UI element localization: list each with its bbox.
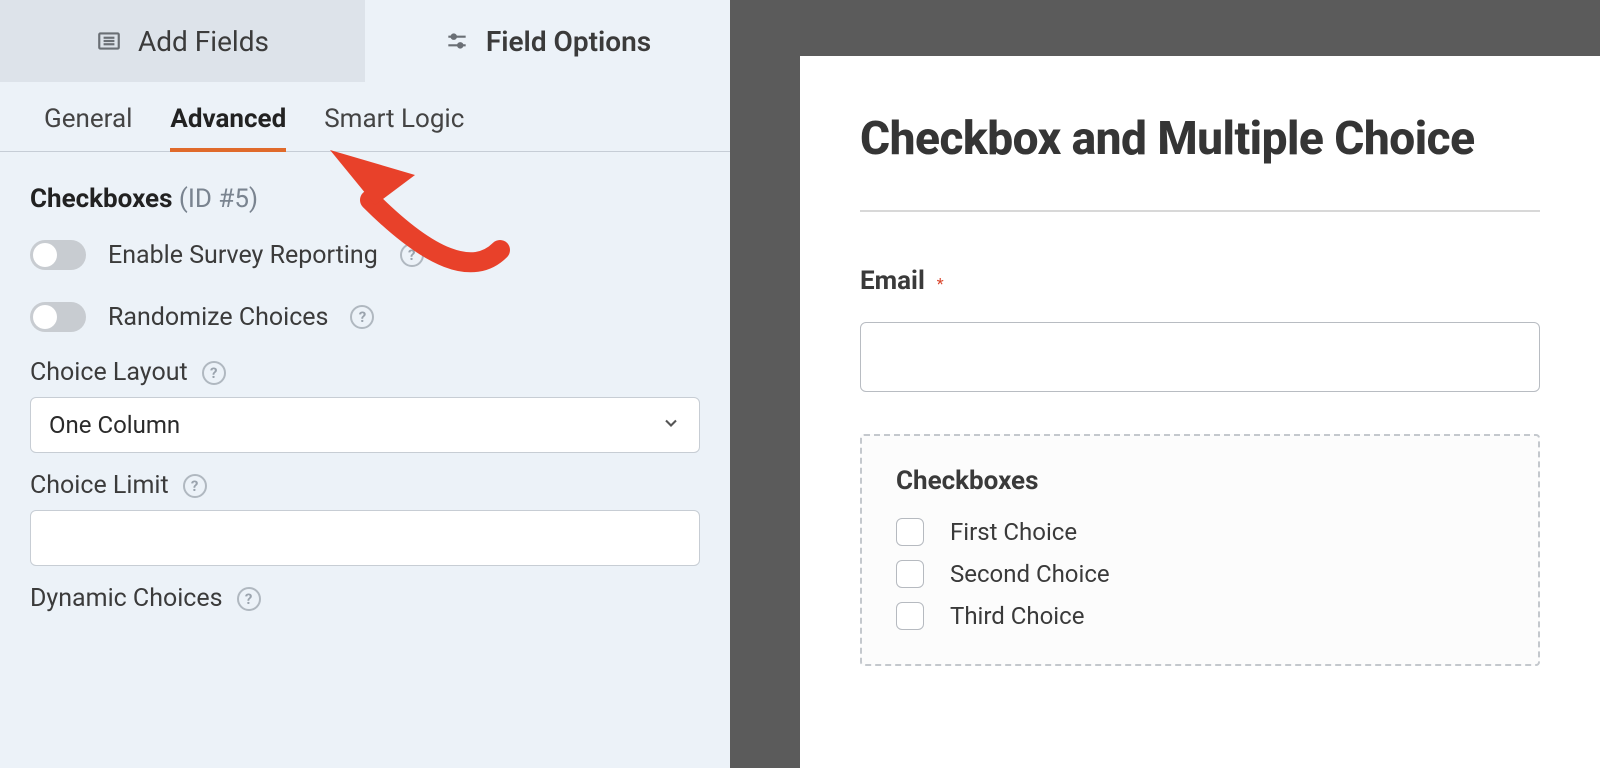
email-label: Email xyxy=(860,266,925,296)
field-id: (ID #5) xyxy=(179,184,258,214)
toggle-switch[interactable] xyxy=(30,302,86,332)
subtab-advanced[interactable]: Advanced xyxy=(170,104,286,152)
field-header: Checkboxes (ID #5) xyxy=(0,152,730,224)
field-name: Checkboxes xyxy=(30,184,172,214)
form-title: Checkbox and Multiple Choice xyxy=(860,112,1540,166)
checkbox-option-label: Third Choice xyxy=(950,602,1084,630)
help-icon[interactable]: ? xyxy=(350,305,374,329)
dynamic-choices-label: Dynamic Choices xyxy=(30,584,223,613)
help-icon[interactable]: ? xyxy=(237,587,261,611)
toggle-label: Randomize Choices xyxy=(108,303,328,332)
dynamic-choices-block: Dynamic Choices ? xyxy=(0,574,730,631)
checkboxes-field-block[interactable]: Checkboxes First Choice Second Choice Th… xyxy=(860,434,1540,666)
tab-field-options-label: Field Options xyxy=(486,25,651,58)
sub-tabs: General Advanced Smart Logic xyxy=(0,82,730,152)
toggle-switch[interactable] xyxy=(30,240,86,270)
field-options-sidebar: Add Fields Field Options General Advance… xyxy=(0,0,730,768)
subtab-general[interactable]: General xyxy=(44,104,132,152)
tab-add-fields-label: Add Fields xyxy=(138,25,269,58)
toggle-randomize-choices[interactable]: Randomize Choices ? xyxy=(0,286,730,348)
checkbox-row[interactable]: Third Choice xyxy=(896,602,1504,630)
toggle-enable-survey-reporting[interactable]: Enable Survey Reporting ? xyxy=(0,224,730,286)
choice-limit-label: Choice Limit xyxy=(30,471,169,500)
checkbox-input[interactable] xyxy=(896,560,924,588)
choice-layout-label: Choice Layout xyxy=(30,358,188,387)
list-icon xyxy=(96,28,122,54)
help-icon[interactable]: ? xyxy=(400,243,424,267)
toggle-label: Enable Survey Reporting xyxy=(108,241,378,270)
checkbox-input[interactable] xyxy=(896,518,924,546)
subtab-smart-logic[interactable]: Smart Logic xyxy=(324,104,464,152)
form-preview-card: Checkbox and Multiple Choice Email * Che… xyxy=(800,56,1600,768)
checkbox-row[interactable]: Second Choice xyxy=(896,560,1504,588)
sliders-icon xyxy=(444,28,470,54)
checkbox-row[interactable]: First Choice xyxy=(896,518,1504,546)
choice-limit-block: Choice Limit ? xyxy=(0,461,730,574)
checkboxes-label: Checkboxes xyxy=(896,466,1504,496)
chevron-down-icon xyxy=(661,413,681,438)
choice-layout-value: One Column xyxy=(49,411,180,439)
checkbox-option-label: First Choice xyxy=(950,518,1077,546)
help-icon[interactable]: ? xyxy=(202,361,226,385)
help-icon[interactable]: ? xyxy=(183,474,207,498)
choice-limit-input[interactable] xyxy=(30,510,700,566)
email-input[interactable] xyxy=(860,322,1540,392)
checkbox-option-label: Second Choice xyxy=(950,560,1110,588)
choice-layout-block: Choice Layout ? One Column xyxy=(0,348,730,461)
choice-layout-select[interactable]: One Column xyxy=(30,397,700,453)
checkbox-input[interactable] xyxy=(896,602,924,630)
divider xyxy=(860,210,1540,212)
main-tabs: Add Fields Field Options xyxy=(0,0,730,82)
tab-field-options[interactable]: Field Options xyxy=(365,0,730,82)
tab-add-fields[interactable]: Add Fields xyxy=(0,0,365,82)
form-preview-area: Checkbox and Multiple Choice Email * Che… xyxy=(730,0,1600,768)
required-asterisk: * xyxy=(937,274,944,293)
